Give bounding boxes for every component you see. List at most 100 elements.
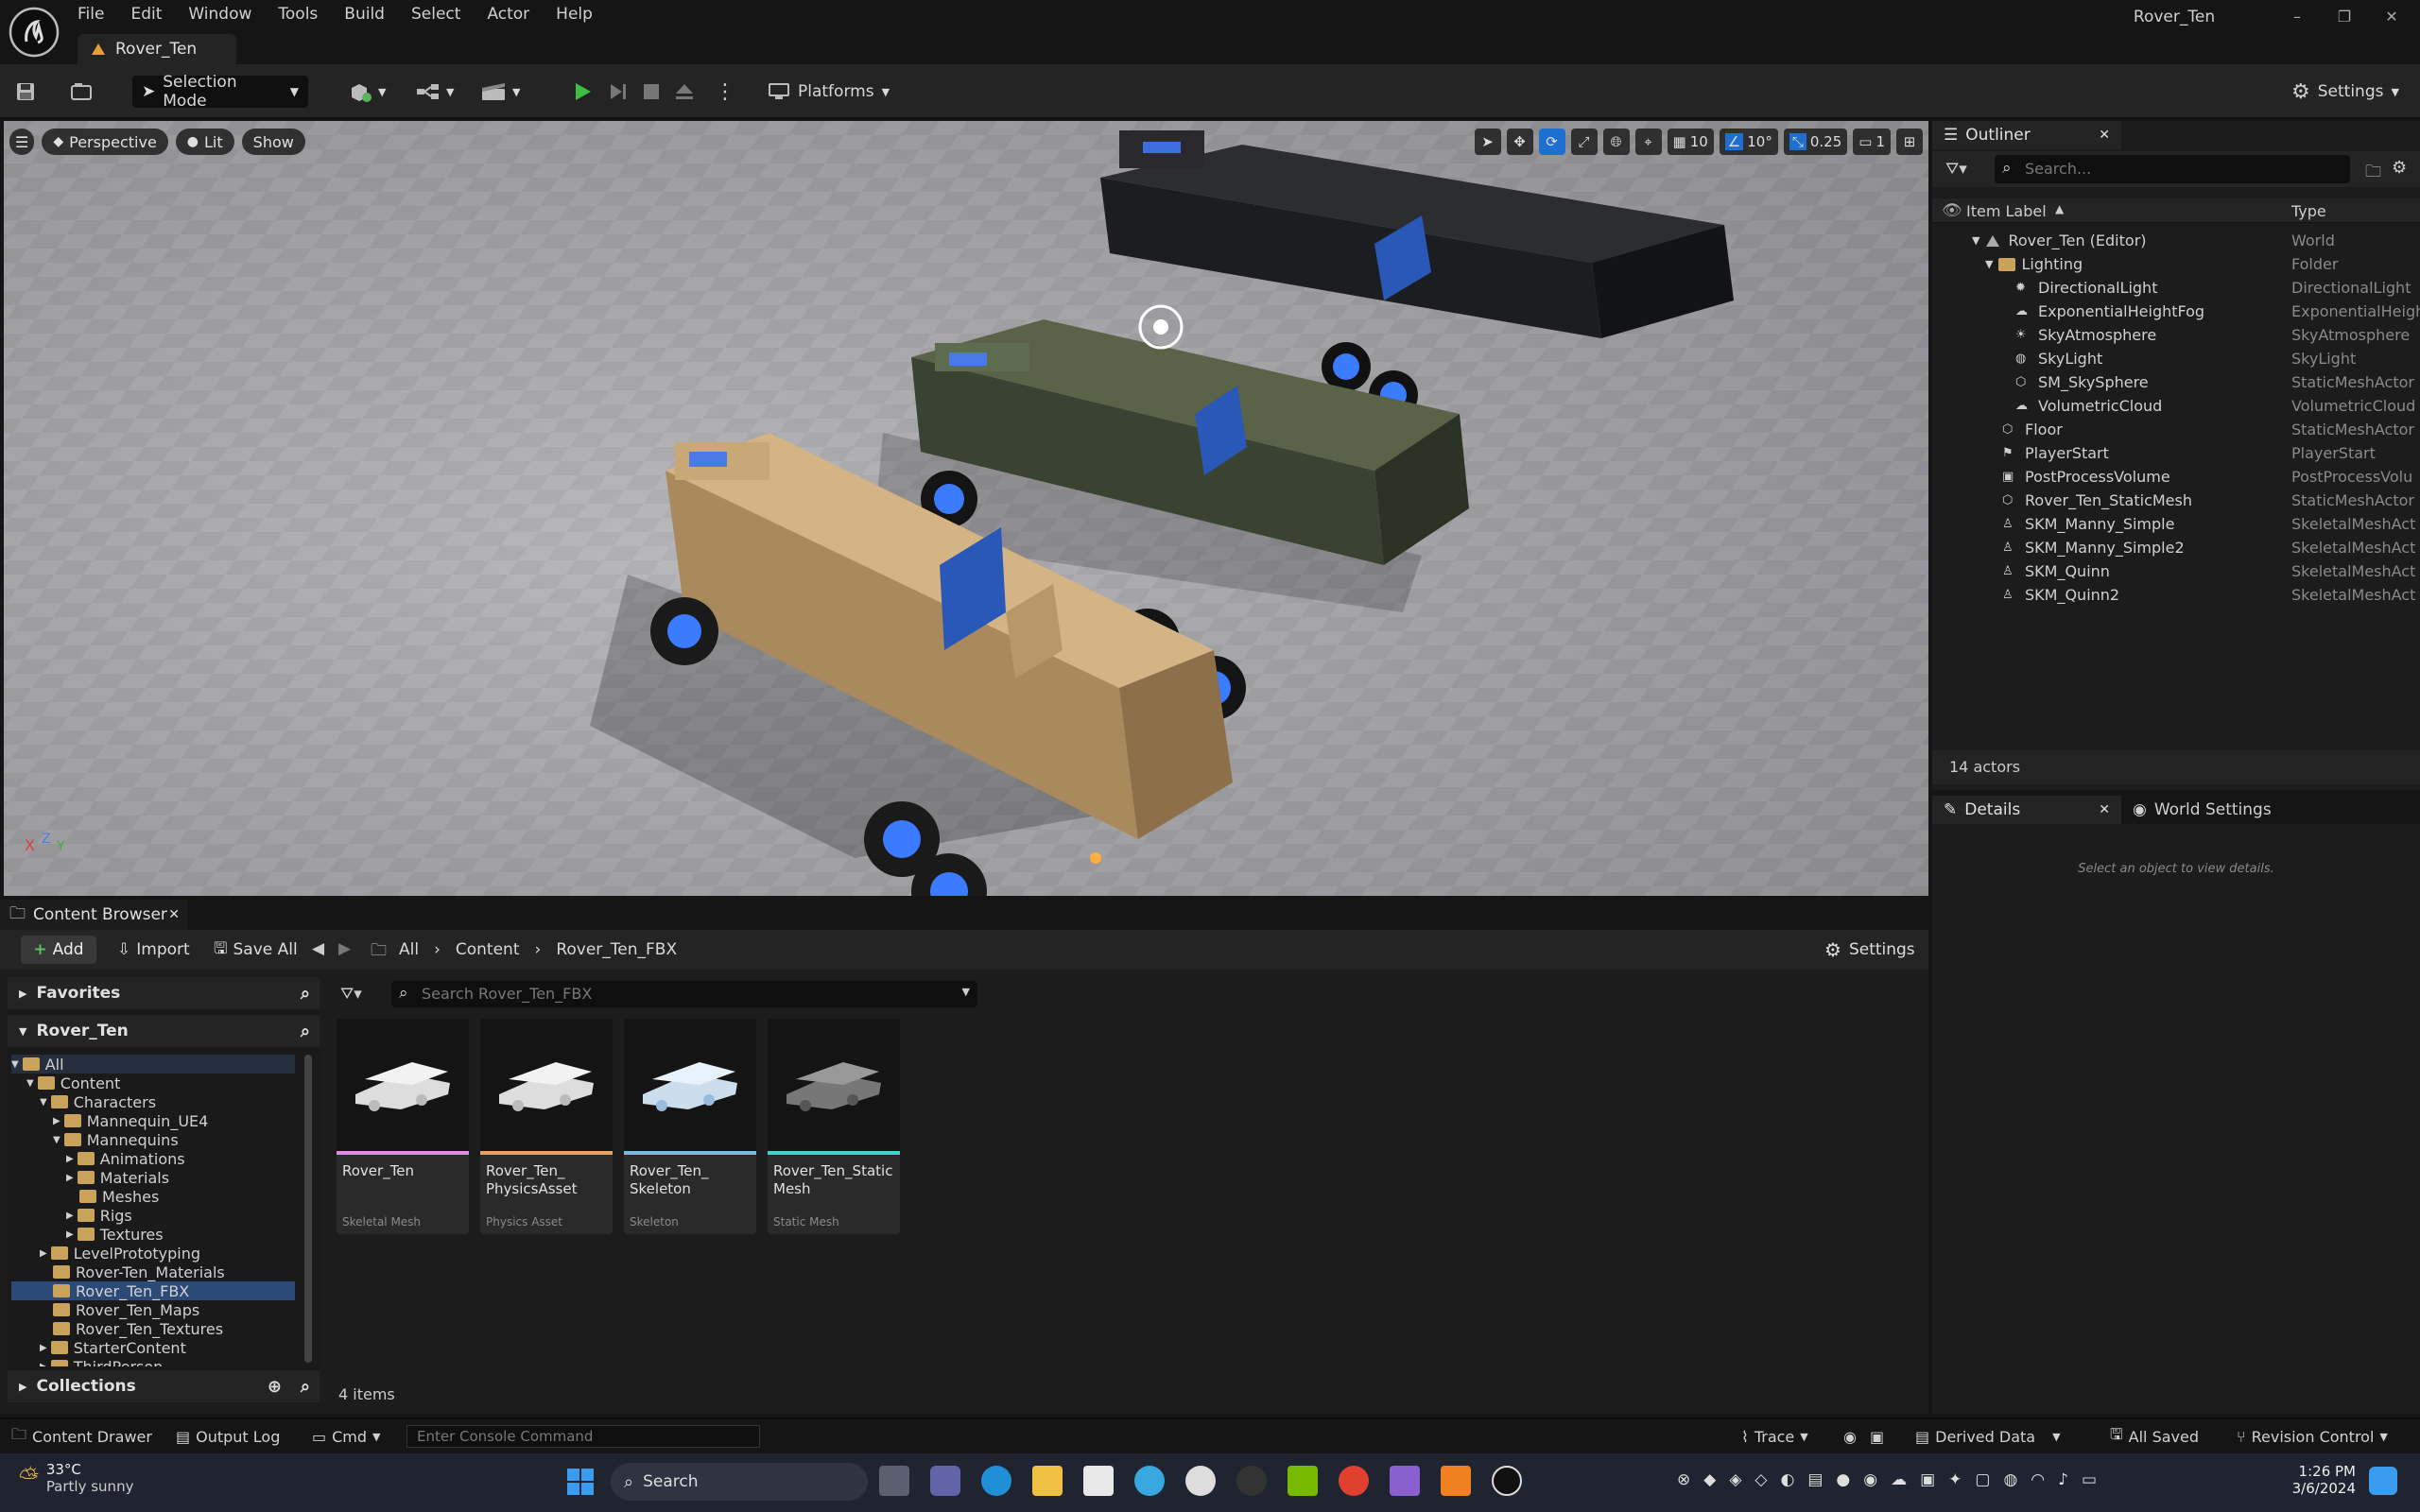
media-icon[interactable]	[1390, 1466, 1420, 1496]
folder-path-icon[interactable]: 🗀︎	[371, 938, 387, 966]
tree-folder[interactable]: Rover-Ten_Materials	[53, 1263, 225, 1281]
rotation-snap-button[interactable]: ∠ 10°	[1719, 129, 1778, 155]
camera-speed-button[interactable]: ▭ 1	[1853, 129, 1891, 155]
add-button[interactable]: + Add	[21, 936, 96, 964]
tree-scrollbar[interactable]	[304, 1055, 312, 1363]
notification-icon[interactable]	[2369, 1467, 2397, 1495]
unreal-logo-icon[interactable]	[8, 6, 60, 59]
tray-app-icon[interactable]: ▤	[1807, 1470, 1823, 1489]
asset-search-input[interactable]: ⌕ Search Rover_Ten_FBX ▼	[391, 981, 977, 1007]
wifi-icon[interactable]: ◠	[2031, 1470, 2045, 1489]
world-local-icon[interactable]: 🌐︎	[1602, 129, 1630, 155]
eject-icon[interactable]	[673, 77, 696, 106]
tree-folder[interactable]: Meshes	[79, 1187, 159, 1206]
perspective-button[interactable]: ◆ Perspective	[42, 129, 168, 155]
surface-snap-icon[interactable]: ⌖	[1634, 129, 1662, 155]
outliner-search-input[interactable]: ⌕ Search...	[1995, 155, 2350, 183]
teams-icon[interactable]	[930, 1466, 960, 1496]
search-icon[interactable]: ⌕	[301, 1022, 310, 1041]
world-settings-tab[interactable]: ◉ World Settings	[2133, 796, 2272, 824]
derived-data-dropdown[interactable]: ▤ Derived Data ▼	[1915, 1419, 2061, 1453]
asset-tile[interactable]: Rover_Ten_ PhysicsAsset Physics Asset	[480, 1019, 613, 1234]
breadcrumb-current[interactable]: Rover_Ten_FBX	[556, 940, 677, 959]
level-viewport[interactable]: X Z Y ☰ ◆ Perspective ● Lit Show ➤ ✥ ⟳ ⤢…	[4, 121, 1928, 896]
menu-actor[interactable]: Actor	[474, 0, 543, 28]
outliner-row[interactable]: ☁ ExponentialHeightFog ExponentialHeigh	[1932, 300, 2420, 323]
tree-folder[interactable]: ▼ All	[11, 1055, 295, 1074]
grid-snap-button[interactable]: ▦ 10	[1667, 129, 1714, 155]
add-folder-icon[interactable]: 🗀︎	[2365, 160, 2381, 187]
filter-icon[interactable]: ⛛▾	[1945, 160, 1967, 179]
menu-select[interactable]: Select	[398, 0, 474, 28]
show-button[interactable]: Show	[241, 129, 305, 155]
search-icon[interactable]: ⌕	[301, 984, 310, 1004]
tree-folder[interactable]: ▶ Mannequin_UE4	[53, 1111, 208, 1130]
blueprint-icon[interactable]: ▼	[416, 77, 454, 106]
browser-icon[interactable]	[1134, 1466, 1165, 1496]
tray-app-icon[interactable]: ◍	[2003, 1470, 2017, 1489]
volume-icon[interactable]: ♪	[2058, 1470, 2068, 1489]
outliner-row[interactable]: ☀ SkyAtmosphere SkyAtmosphere	[1932, 323, 2420, 347]
outliner-row[interactable]: ▣ PostProcessVolume PostProcessVolu	[1932, 465, 2420, 489]
trace-dropdown[interactable]: ⌇ Trace ▼	[1741, 1419, 1808, 1453]
asset-tile[interactable]: Rover_Ten_Static Mesh Static Mesh	[768, 1019, 900, 1234]
close-icon[interactable]: ✕	[2099, 802, 2110, 817]
start-button[interactable]	[565, 1467, 596, 1497]
close-icon[interactable]: ✕	[168, 907, 180, 922]
menu-tools[interactable]: Tools	[265, 0, 331, 28]
outliner-tab[interactable]: ☰ Outliner ✕	[1932, 121, 2121, 149]
tray-app-icon[interactable]: ◈	[1729, 1470, 1741, 1489]
breadcrumb-content[interactable]: Content	[456, 940, 520, 959]
all-saved-button[interactable]: 🖫︎ All Saved	[2110, 1419, 2199, 1453]
tray-app-icon[interactable]: ▢	[1975, 1470, 1990, 1489]
menu-edit[interactable]: Edit	[117, 0, 175, 28]
scale-snap-button[interactable]: ⤡ 0.25	[1783, 129, 1848, 155]
outliner-row[interactable]: ♙ SKM_Quinn SkeletalMeshAct	[1932, 559, 2420, 583]
cinematics-icon[interactable]: ▼	[480, 77, 520, 106]
rotate-tool-icon[interactable]: ⟳	[1538, 129, 1565, 155]
collections-header[interactable]: ▶ Collections ⊕ ⌕	[8, 1370, 320, 1402]
taskbar-search[interactable]: ⌕ Search	[611, 1463, 868, 1501]
weather-widget[interactable]: ⛅︎ 33°C Partly sunny	[19, 1461, 133, 1495]
outliner-row-world[interactable]: ▼ Rover_Ten (Editor) World	[1932, 229, 2420, 252]
outliner-row[interactable]: ⚑ PlayerStart PlayerStart	[1932, 441, 2420, 465]
tray-app-icon[interactable]: ◐	[1780, 1470, 1794, 1489]
content-browser-icon[interactable]	[70, 77, 93, 106]
console-input[interactable]: Enter Console Command	[406, 1425, 760, 1448]
outliner-row-folder[interactable]: ▼ Lighting Folder	[1932, 252, 2420, 276]
menu-file[interactable]: File	[64, 0, 117, 28]
app-icon[interactable]	[1236, 1466, 1267, 1496]
outliner-row[interactable]: ♙ SKM_Manny_Simple SkeletalMeshAct	[1932, 512, 2420, 536]
tree-folder[interactable]: ▶ Rigs	[66, 1206, 132, 1225]
content-drawer-button[interactable]: 🗀︎ Content Drawer	[11, 1419, 152, 1453]
asset-tile[interactable]: Rover_Ten_ Skeleton Skeleton	[624, 1019, 756, 1234]
viewport-layout-icon[interactable]: ⊞	[1896, 129, 1923, 155]
save-all-button[interactable]: 🖫︎ Save All	[214, 936, 298, 964]
visibility-icon[interactable]: 👁︎	[1942, 201, 1962, 220]
alienware-icon[interactable]	[1185, 1466, 1216, 1496]
tree-folder[interactable]: ▶ Textures	[66, 1225, 164, 1244]
battery-icon[interactable]: ▭	[2082, 1470, 2097, 1489]
outliner-row[interactable]: ♙ SKM_Quinn2 SkeletalMeshAct	[1932, 583, 2420, 607]
content-browser-tab[interactable]: 🗀︎ Content Browser ✕	[0, 900, 187, 930]
outliner-row[interactable]: ⬡ Floor StaticMeshActor	[1932, 418, 2420, 441]
output-log-button[interactable]: ▤ Output Log	[176, 1419, 280, 1453]
tree-folder[interactable]: ▶ ThirdPerson	[40, 1357, 163, 1366]
outliner-row[interactable]: ⬡ Rover_Ten_StaticMesh StaticMeshActor	[1932, 489, 2420, 512]
revision-control-dropdown[interactable]: ⑂ Revision Control ▼	[2237, 1419, 2388, 1453]
chrome-icon[interactable]	[1339, 1466, 1369, 1496]
minimize-icon[interactable]: –	[2288, 8, 2307, 26]
import-button[interactable]: ⇩ Import	[117, 936, 190, 964]
tree-folder[interactable]: ▼ Mannequins	[53, 1130, 179, 1149]
tray-app-icon[interactable]: ▣	[1920, 1470, 1935, 1489]
add-actor-icon[interactable]: ▼	[348, 77, 386, 106]
scale-tool-icon[interactable]: ⤢	[1570, 129, 1598, 155]
screenshot-icon[interactable]: ▣	[1870, 1419, 1884, 1453]
tray-app-icon[interactable]: ◉	[1863, 1470, 1877, 1489]
forward-icon[interactable]: ▶	[338, 939, 351, 958]
view-mode-button[interactable]: ● Lit	[175, 129, 234, 155]
tree-folder[interactable]: Rover_Ten_Maps	[53, 1300, 199, 1319]
favorites-header[interactable]: ▶ Favorites ⌕	[8, 977, 320, 1009]
file-explorer-icon[interactable]	[1032, 1466, 1063, 1496]
close-icon[interactable]: ✕	[2099, 128, 2110, 143]
